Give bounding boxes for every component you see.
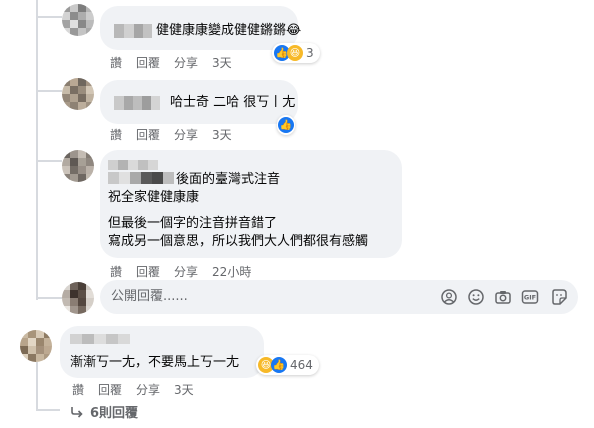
share-button[interactable]: 分享 [136,381,160,398]
svg-text:GIF: GIF [524,294,536,302]
commenter-name-blurred-2 [108,172,174,184]
more-replies-label: 6則回覆 [90,406,139,421]
reaction-count: 464 [290,358,313,372]
like-button[interactable]: 讚 [110,126,122,143]
like-button[interactable]: 讚 [72,381,84,398]
reaction-summary[interactable]: 😆 👍 464 [256,355,319,375]
reply-arrow-icon [71,406,83,418]
timestamp[interactable]: 22小時 [212,263,251,280]
reply-button[interactable]: 回覆 [136,263,160,280]
comment-text-line-2: 祝全家健健康康 [108,190,200,205]
camera-icon[interactable] [494,288,512,306]
commenter-name-blurred[interactable] [108,160,158,170]
comment-actions: 讚 回覆 分享 3天 [110,126,246,143]
comment-text: 漸漸丂一尢，不要馬上丂一尢 [70,355,240,370]
avatar[interactable] [62,78,94,110]
comment-text-line-3: 但最後一個字的注音拼音錯了 [108,216,278,231]
thread-line-branch-1 [36,16,62,18]
haha-icon: 😆 [287,45,303,61]
comment-actions: 讚 回覆 分享 3天 [110,54,246,71]
timestamp[interactable]: 3天 [212,54,232,71]
reply-placeholder: 公開回覆...... [111,289,188,304]
comment-text-line-4: 寫成另一個意思，所以我們大人們都很有感觸 [108,234,369,249]
like-icon: 👍 [278,117,294,133]
reply-button[interactable]: 回覆 [136,54,160,71]
commenter-name-blurred[interactable] [70,334,130,344]
comment-actions: 讚 回覆 分享 3天 [72,381,208,398]
comment-actions: 讚 回覆 分享 22小時 [110,263,265,280]
reaction-summary[interactable]: 👍 [277,115,295,135]
gif-icon[interactable]: GIF [521,288,539,306]
thread-line-branch-3 [36,160,62,162]
like-button[interactable]: 讚 [110,263,122,280]
commenter-name-blurred[interactable] [114,24,152,38]
view-more-replies-button[interactable]: 6則回覆 [70,402,138,421]
comment-text: 哈士奇 二哈 很丂丨尢 [170,95,296,110]
share-button[interactable]: 分享 [174,126,198,143]
sticker-icon[interactable] [550,288,568,306]
avatar-sticker-icon[interactable] [440,288,458,306]
share-button[interactable]: 分享 [174,54,198,71]
share-button[interactable]: 分享 [174,263,198,280]
thread-line-branch-4 [36,297,62,299]
thread-line-top [36,0,38,300]
emoji-icon[interactable] [467,288,485,306]
avatar[interactable] [20,330,52,362]
reaction-summary[interactable]: 👍 😆 3 [272,43,320,63]
commenter-name-blurred[interactable] [114,96,160,110]
timestamp[interactable]: 3天 [212,126,232,143]
avatar[interactable] [62,4,94,36]
timestamp[interactable]: 3天 [174,381,194,398]
thread-line-branch-2 [36,90,62,92]
reply-button[interactable]: 回覆 [98,381,122,398]
reply-button[interactable]: 回覆 [136,126,160,143]
like-button[interactable]: 讚 [110,54,122,71]
comment-text: 健健康康變成健健鏘鏘😂 [156,23,302,38]
like-icon: 👍 [271,357,287,373]
thread-line-lower-branch [36,409,60,411]
current-user-avatar[interactable] [62,282,94,314]
reaction-count: 3 [306,46,314,60]
comment-text-line-1: 後面的臺灣式注音 [176,172,281,187]
thread-line-lower [36,362,38,410]
avatar[interactable] [62,150,94,182]
